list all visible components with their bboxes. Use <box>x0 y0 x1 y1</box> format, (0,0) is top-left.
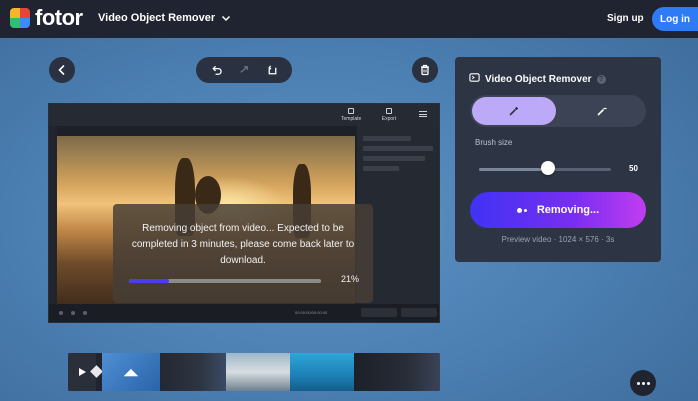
progress-message: Removing object from video... Expected t… <box>131 223 355 266</box>
trash-icon <box>421 64 429 76</box>
filmstrip-thumb: ◢◣ <box>102 353 160 391</box>
remove-button-label: Removing... <box>536 204 600 216</box>
editor-export-label: Export <box>381 116 397 122</box>
filmstrip-thumb <box>160 353 226 391</box>
more-dot <box>646 381 650 385</box>
timecode: 00:00:00/00:00:00 <box>295 310 328 315</box>
login-button[interactable]: Log in <box>652 7 698 31</box>
clip-filmstrip[interactable]: ◢◣ <box>68 353 440 391</box>
more-dot <box>641 381 645 385</box>
timeline-dot <box>59 311 63 315</box>
back-button[interactable] <box>49 57 75 83</box>
prop-row <box>363 136 411 141</box>
brush-size-label: Brush size <box>475 138 513 147</box>
brush-size-thumb[interactable] <box>541 161 555 175</box>
reset-button[interactable] <box>263 61 281 79</box>
redo-icon <box>239 65 248 73</box>
signup-link[interactable]: Sign up <box>607 13 644 24</box>
brush-erase-button[interactable] <box>560 97 644 125</box>
tool-dropdown-label: Video Object Remover <box>98 12 216 24</box>
fotor-logo[interactable]: fotor <box>10 5 83 30</box>
brush-add-icon <box>509 107 518 116</box>
timeline-dot <box>83 311 87 315</box>
preview-info: Preview video · 1024 × 576 · 3s <box>501 235 615 244</box>
editor-export-button: Export <box>379 108 399 122</box>
filmstrip-thumb <box>354 353 440 391</box>
more-dot <box>636 381 640 385</box>
top-header: fotor Video Object Remover Sign up Log i… <box>0 0 698 38</box>
editor-template-button: Template <box>341 108 361 122</box>
chevron-down-icon <box>222 15 231 22</box>
progress-percent: 21% <box>341 274 360 284</box>
progress-bar-fill <box>129 279 170 283</box>
brush-size-fill <box>479 168 545 171</box>
tool-panel: Video Object Remover ? Brush size 50 Rem… <box>455 57 661 262</box>
history-controls <box>196 57 292 83</box>
editor-menu-icon <box>419 111 427 117</box>
delete-button[interactable] <box>412 57 438 83</box>
editor-left-rail <box>49 126 57 304</box>
filmstrip-thumb <box>226 353 290 391</box>
panel-header: Video Object Remover ? <box>469 72 606 86</box>
fotor-logo-icon <box>10 8 30 28</box>
tool-dropdown[interactable]: Video Object Remover <box>98 12 231 24</box>
more-options-button[interactable] <box>630 370 656 396</box>
undo-icon <box>211 65 222 75</box>
video-remover-icon <box>469 72 480 86</box>
brush-add-button[interactable] <box>472 97 556 125</box>
prop-row <box>363 146 433 151</box>
play-icon <box>79 368 86 376</box>
filmstrip-thumb <box>290 353 354 391</box>
editor-template-label: Template <box>341 116 362 122</box>
brush-size-value: 50 <box>629 164 638 173</box>
brush-mode-toggle <box>470 95 646 127</box>
template-icon <box>348 108 354 114</box>
help-icon[interactable]: ? <box>596 74 606 84</box>
app-logo-icon: ◢◣ <box>124 367 138 377</box>
prop-row <box>363 166 399 171</box>
editor-timeline-bar: 00:00:00/00:00:00 <box>49 304 439 322</box>
progress-bar <box>129 279 321 283</box>
undo-button[interactable] <box>207 61 225 79</box>
eraser-icon <box>597 107 607 116</box>
export-icon <box>386 108 392 114</box>
reset-icon <box>267 64 276 74</box>
progress-overlay: Removing object from video... Expected t… <box>113 204 373 303</box>
prop-row <box>363 156 425 161</box>
redo-button[interactable] <box>235 61 253 79</box>
panel-title: Video Object Remover <box>485 73 592 85</box>
chevron-left-icon <box>58 65 65 75</box>
brand-name: fotor <box>35 5 83 30</box>
timeline-dot <box>71 311 75 315</box>
editor-bottom-button <box>401 308 437 317</box>
editor-topbar: Template Export <box>49 104 439 126</box>
editor-bottom-button <box>361 308 397 317</box>
remove-button[interactable]: Removing... <box>470 192 646 228</box>
loading-dots-icon <box>516 207 527 213</box>
